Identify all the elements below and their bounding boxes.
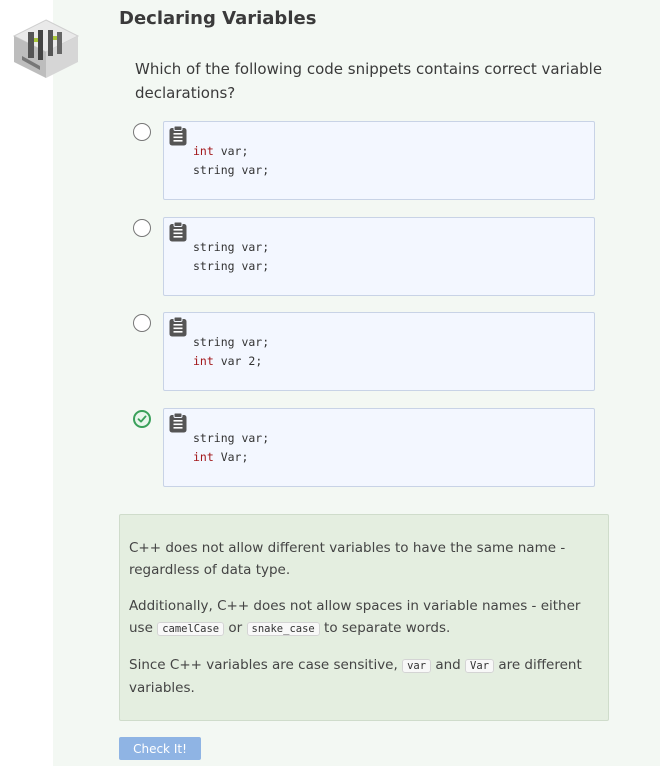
code-line: string var; [193, 161, 269, 180]
inline-code: camelCase [157, 622, 225, 636]
code-line: int var; [193, 142, 269, 161]
code-rest: string var; [193, 240, 270, 254]
clipboard-icon[interactable] [169, 317, 187, 337]
feedback-text: and [435, 657, 461, 673]
clipboard-icon[interactable] [169, 126, 187, 146]
code-text: int var; string var; [193, 142, 269, 180]
code-rest: string var; [193, 259, 270, 273]
code-rest: string var; [193, 163, 270, 177]
code-line: string var; [193, 333, 269, 352]
code-snippet[interactable]: string var; int Var; [163, 408, 595, 487]
inline-code: snake_case [246, 622, 320, 636]
code-snippet[interactable]: string var; int var 2; [163, 312, 595, 391]
code-line: string var; [193, 238, 269, 257]
code-keyword: int [193, 450, 214, 464]
inline-code: Var [465, 659, 495, 673]
answer-option[interactable]: string var; int var 2; [133, 312, 595, 392]
code-rest: string var; [193, 431, 270, 445]
answer-option[interactable]: int var; string var; [133, 121, 595, 201]
code-snippet[interactable]: string var; string var; [163, 217, 595, 296]
page-title: Declaring Variables [119, 8, 317, 29]
code-line: int var 2; [193, 352, 269, 371]
feedback-paragraph: Additionally, C++ does not allow spaces … [129, 595, 598, 640]
clipboard-icon[interactable] [169, 222, 187, 242]
code-line: string var; [193, 257, 269, 276]
check-it-button[interactable]: Check It! [119, 737, 201, 760]
clipboard-icon[interactable] [169, 413, 187, 433]
code-rest: var 2; [213, 354, 263, 368]
feedback-text: or [228, 620, 243, 636]
feedback-paragraph: C++ does not allow different variables t… [129, 540, 566, 578]
inline-code: var [402, 659, 432, 673]
code-keyword: int [193, 144, 214, 158]
radio-button[interactable] [133, 314, 151, 332]
answer-option[interactable]: string var; int Var; [133, 408, 595, 488]
radio-button[interactable] [133, 123, 151, 141]
code-line: string var; [193, 429, 269, 448]
code-rest: Var; [213, 450, 249, 464]
feedback-paragraph: Since C++ variables are case sensitive, … [129, 654, 598, 699]
feedback-panel: C++ does not allow different variables t… [119, 514, 609, 721]
code-text: string var; int var 2; [193, 333, 269, 371]
code-line: int Var; [193, 448, 269, 467]
code-rest: var; [213, 144, 249, 158]
radio-button[interactable] [133, 219, 151, 237]
answer-option[interactable]: string var; string var; [133, 217, 595, 297]
code-rest: string var; [193, 335, 270, 349]
feedback-text: to separate words. [324, 620, 451, 636]
codio-logo-icon [12, 19, 80, 78]
code-keyword: int [193, 354, 214, 368]
radio-selected[interactable] [133, 410, 151, 428]
check-circle-icon [137, 415, 147, 423]
code-text: string var; int Var; [193, 429, 269, 467]
code-snippet[interactable]: int var; string var; [163, 121, 595, 200]
question-text: Which of the following code snippets con… [135, 60, 603, 102]
feedback-text: Since C++ variables are case sensitive, [129, 657, 398, 673]
code-text: string var; string var; [193, 238, 269, 276]
